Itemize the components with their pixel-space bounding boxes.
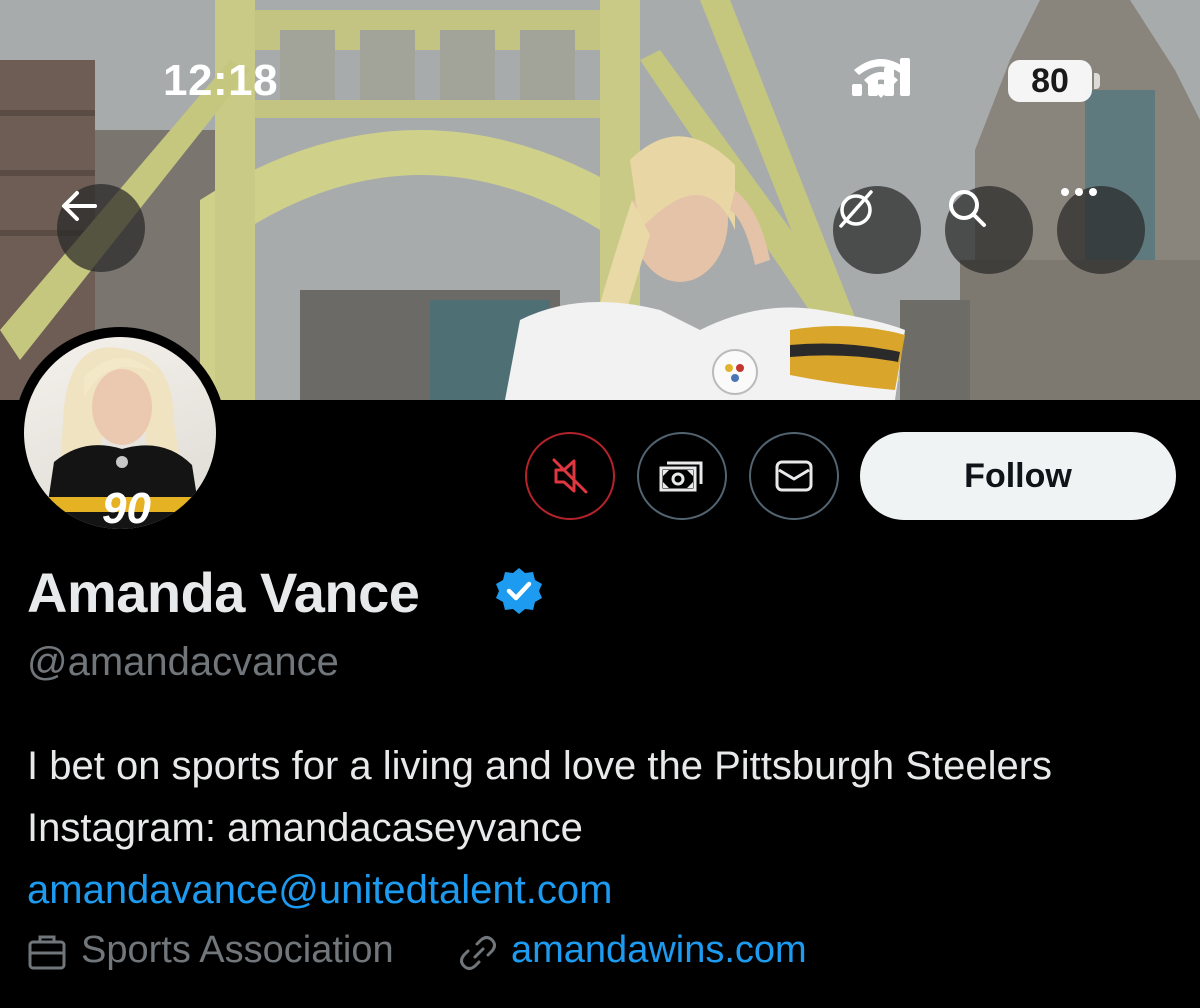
- unmute-button[interactable]: [525, 432, 615, 520]
- avatar-image: 90: [24, 337, 216, 529]
- more-horizontal-icon: [1061, 188, 1097, 196]
- avatar[interactable]: 90: [14, 327, 226, 539]
- bio-line: Instagram: amandacaseyvance: [27, 806, 583, 850]
- verified-badge-icon[interactable]: [494, 566, 544, 616]
- money-icon: [659, 461, 703, 492]
- battery-tip: [1094, 73, 1100, 89]
- bio-email-link[interactable]: amandavance@unitedtalent.com: [27, 859, 1052, 921]
- status-time: 12:18: [163, 56, 279, 105]
- profile-website-link[interactable]: amandawins.com: [511, 929, 807, 972]
- link-icon: [460, 936, 496, 970]
- more-options-button[interactable]: [1057, 186, 1145, 274]
- display-name: Amanda Vance: [27, 561, 420, 624]
- grok-button[interactable]: [833, 186, 921, 274]
- search-button[interactable]: [945, 186, 1033, 274]
- briefcase-icon: [28, 935, 66, 970]
- battery-indicator: 80: [1008, 60, 1100, 102]
- follow-button[interactable]: Follow: [860, 432, 1176, 520]
- muted-speaker-icon: [552, 458, 588, 494]
- envelope-icon: [775, 460, 813, 492]
- subscribe-button[interactable]: [637, 432, 727, 520]
- profile-bio: I bet on sports for a living and love th…: [27, 735, 1052, 921]
- user-handle: @amandacvance: [27, 640, 339, 684]
- back-button[interactable]: [57, 184, 145, 272]
- bio-line: I bet on sports for a living and love th…: [27, 744, 1053, 788]
- message-button[interactable]: [749, 432, 839, 520]
- battery-level: 80: [1008, 60, 1092, 102]
- grok-slash-icon: [839, 190, 873, 228]
- arrow-left-icon: [62, 191, 97, 221]
- wifi-icon: [854, 59, 908, 98]
- search-icon: [949, 190, 986, 227]
- svg-text:90: 90: [102, 484, 151, 529]
- status-indicators: 80: [850, 58, 1110, 104]
- profile-category: Sports Association: [81, 929, 394, 971]
